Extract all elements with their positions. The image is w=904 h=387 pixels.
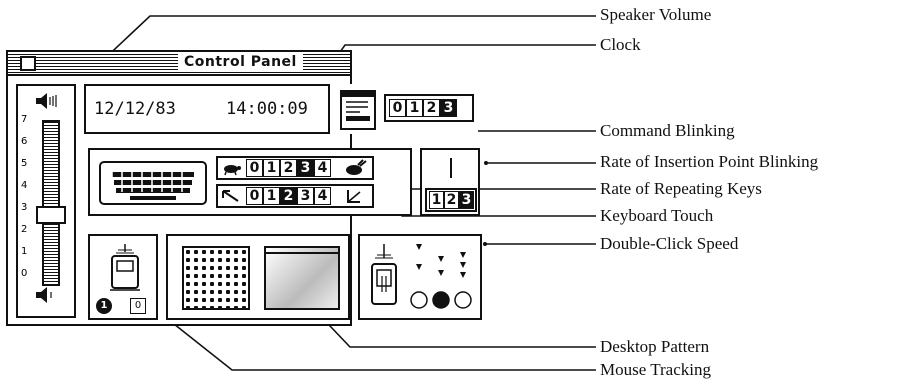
- command-blink-option[interactable]: 0: [389, 99, 406, 117]
- mouse-icon: [110, 244, 140, 291]
- volume-tick: 1: [21, 246, 28, 257]
- volume-tick: 6: [21, 136, 28, 147]
- command-blinking-panel: 0 1 2 3: [336, 84, 478, 134]
- double-click-options: [410, 244, 472, 309]
- insertion-blink-digits: 1 2 3: [429, 191, 474, 209]
- light-touch-icon: [222, 190, 239, 202]
- pattern-preview[interactable]: [264, 246, 340, 310]
- keyboard-panel: 0 1 2 3 4 0 1 2 3 4: [88, 148, 412, 216]
- mouse-tracking-option[interactable]: 0: [130, 298, 146, 314]
- repeat-rate-option[interactable]: 2: [280, 159, 297, 177]
- heavy-touch-icon: [347, 190, 361, 203]
- desktop-pattern-panel: [166, 234, 350, 320]
- clock-panel: 12/12/83 14:00:09: [84, 84, 330, 134]
- label-desktop-pattern: Desktop Pattern: [600, 337, 710, 356]
- keyboard-touch-option[interactable]: 3: [297, 187, 314, 205]
- control-panel-window: Control Panel 7 6 5 4 3 2 1 0 12/12/83 1…: [6, 50, 482, 326]
- mouse-tracking-option-selected[interactable]: 1: [96, 298, 112, 314]
- pattern-preview-rule: [264, 252, 340, 254]
- insertion-caret-icon: [450, 158, 452, 178]
- menu-icon: [340, 90, 376, 130]
- volume-track[interactable]: [42, 120, 60, 286]
- double-click-slow[interactable]: [410, 291, 428, 309]
- command-blink-option-selected[interactable]: 3: [440, 99, 457, 117]
- keyboard-touch-option[interactable]: 1: [263, 187, 280, 205]
- insertion-blink-option[interactable]: 1: [429, 191, 444, 209]
- label-mouse-tracking: Mouse Tracking: [600, 360, 711, 379]
- close-box[interactable]: [20, 56, 36, 71]
- command-blink-option[interactable]: 2: [423, 99, 440, 117]
- insertion-blinking-panel: 1 2 3: [420, 148, 480, 216]
- volume-tick: 5: [21, 158, 28, 169]
- insertion-blink-option[interactable]: 2: [444, 191, 459, 209]
- label-repeating-keys: Rate of Repeating Keys: [600, 179, 762, 198]
- double-click-fast[interactable]: [454, 291, 472, 309]
- speaker-quiet-icon: [36, 287, 52, 303]
- repeat-rate-option-selected[interactable]: 3: [297, 159, 314, 177]
- volume-tick: 4: [21, 180, 28, 191]
- repeat-rate-digits: 0 1 2 3 4: [246, 159, 331, 177]
- label-speaker-volume: Speaker Volume: [600, 5, 712, 24]
- volume-slider-thumb[interactable]: [36, 206, 66, 224]
- insertion-blink-option-selected[interactable]: 3: [459, 191, 474, 209]
- speaker-loud-icon: [36, 93, 57, 109]
- double-click-panel: [358, 234, 482, 320]
- title-bar[interactable]: Control Panel: [8, 52, 350, 76]
- turtle-icon: [224, 165, 241, 176]
- keyboard-touch-digits: 0 1 2 3 4: [246, 187, 331, 205]
- label-clock: Clock: [600, 35, 641, 54]
- volume-tick: 7: [21, 114, 28, 125]
- keyboard-touch-option[interactable]: 0: [246, 187, 263, 205]
- clock-date[interactable]: 12/12/83: [94, 99, 176, 119]
- repeat-rate-option[interactable]: 0: [246, 159, 263, 177]
- mouse-button-icon: [371, 244, 397, 305]
- leader-dot-double-click: [483, 242, 487, 246]
- command-blinking-digits: 0 1 2 3: [389, 99, 457, 117]
- label-insertion-blinking: Rate of Insertion Point Blinking: [600, 152, 819, 171]
- volume-tick: 2: [21, 224, 28, 235]
- label-keyboard-touch: Keyboard Touch: [600, 206, 714, 225]
- keyboard-touch-option-selected[interactable]: 2: [280, 187, 297, 205]
- volume-scale: 7 6 5 4 3 2 1 0: [21, 114, 37, 290]
- mouse-tracking-panel: 1 0: [88, 234, 158, 320]
- clock-time[interactable]: 14:00:09: [226, 99, 308, 119]
- pattern-editor[interactable]: [182, 246, 250, 310]
- keyboard-touch-option[interactable]: 4: [314, 187, 331, 205]
- volume-tick: 3: [21, 202, 28, 213]
- keyboard-icon: [99, 161, 207, 205]
- label-double-click: Double-Click Speed: [600, 234, 739, 253]
- repeat-rate-option[interactable]: 4: [314, 159, 331, 177]
- label-command-blinking: Command Blinking: [600, 121, 735, 140]
- rabbit-icon: [346, 159, 367, 175]
- leader-dot-insertion: [484, 161, 488, 165]
- double-click-medium-selected[interactable]: [432, 291, 450, 309]
- speaker-volume-panel: 7 6 5 4 3 2 1 0: [16, 84, 76, 318]
- repeat-rate-option[interactable]: 1: [263, 159, 280, 177]
- command-blink-option[interactable]: 1: [406, 99, 423, 117]
- window-title: Control Panel: [178, 54, 303, 71]
